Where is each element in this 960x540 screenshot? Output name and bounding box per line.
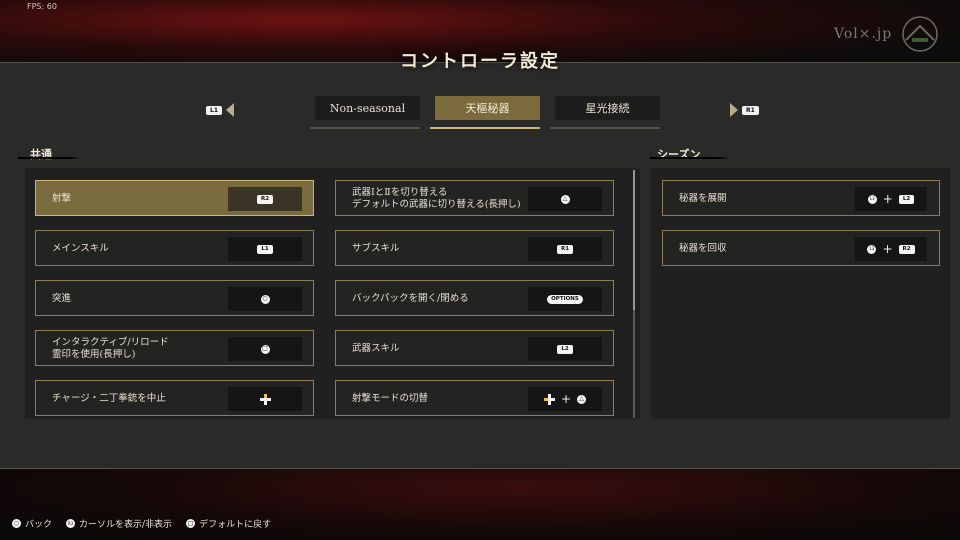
binding-button-box <box>228 387 302 411</box>
tab-underline-active <box>430 127 540 129</box>
reset-default-label: デフォルトに戻す <box>199 520 272 530</box>
binding-row-weapon-switch[interactable]: 武器ⅠとⅡを切り替える デフォルトの武器に切り替える(長押し) △ <box>335 180 614 216</box>
binding-label: 射撃 <box>52 193 72 204</box>
dpad-icon <box>259 393 271 405</box>
l3-button-icon: L3 <box>867 194 877 204</box>
section-title-common: 共通 <box>30 148 52 161</box>
circle-button-icon: ○ <box>12 519 21 528</box>
triangle-button-icon: △ <box>560 194 570 204</box>
binding-label: 武器スキル <box>352 343 400 354</box>
binding-button-box: △ <box>528 187 602 211</box>
binding-button-box: L2 <box>528 337 602 361</box>
circle-button-icon: ○ <box>260 294 270 304</box>
page-title: コントローラ設定 <box>400 51 560 72</box>
l1-button-icon: L1 <box>257 244 273 254</box>
binding-button-box: OPTIONS <box>528 287 602 311</box>
tab-underline <box>310 127 420 129</box>
r2-button-icon: R2 <box>898 244 915 254</box>
arrow-left-icon <box>226 103 234 117</box>
binding-button-box: L3 + L2 <box>855 187 927 211</box>
binding-label: 射撃モードの切替 <box>352 393 429 404</box>
binding-row-weapon-skill[interactable]: 武器スキル L2 <box>335 330 614 366</box>
tab-underline <box>550 127 660 129</box>
cursor-toggle-hint[interactable]: R3 カーソルを表示/非表示 <box>66 517 172 530</box>
plus-icon: + <box>882 242 893 256</box>
binding-row-backpack[interactable]: バックパックを開く/閉める OPTIONS <box>335 280 614 316</box>
r1-button-icon: R1 <box>556 244 574 254</box>
tab-non-seasonal[interactable]: Non-seasonal <box>315 96 420 120</box>
watermark: Vol×.jp <box>834 26 893 42</box>
binding-row-main-skill[interactable]: メインスキル L1 <box>35 230 314 266</box>
fps-counter: FPS: 60 <box>27 2 57 11</box>
scrollbar-thumb[interactable] <box>633 170 635 310</box>
binding-row-recall[interactable]: 秘器を回収 L3 + R2 <box>662 230 940 266</box>
binding-label: 秘器を回収 <box>679 243 727 254</box>
r1-button-icon: R1 <box>742 105 759 115</box>
binding-row-sub-skill[interactable]: サブスキル R1 <box>335 230 614 266</box>
options-button-icon: OPTIONS <box>547 294 583 304</box>
binding-row-shoot[interactable]: 射撃 R2 <box>35 180 314 216</box>
tab-next-hint[interactable]: R1 <box>730 103 759 117</box>
dpad-icon <box>543 393 555 405</box>
l3-button-icon: L3 <box>867 244 877 254</box>
plus-icon: + <box>882 192 893 206</box>
binding-label: 秘器を展開 <box>679 193 727 204</box>
binding-button-box: + △ <box>528 387 602 411</box>
binding-label: チャージ・二丁拳銃を中止 <box>52 393 166 404</box>
arrow-right-icon <box>730 103 738 117</box>
footer-hints: ○ バック R3 カーソルを表示/非表示 □ デフォルトに戻す <box>12 517 271 530</box>
binding-button-box: ○ <box>228 287 302 311</box>
tab-seiko-setsuzoku[interactable]: 星光接続 <box>555 96 660 120</box>
binding-row-fire-mode[interactable]: 射撃モードの切替 + △ <box>335 380 614 416</box>
r2-button-icon: R2 <box>256 194 274 204</box>
binding-button-box: L3 + R2 <box>855 237 927 261</box>
l1-button-icon: L1 <box>206 105 222 115</box>
square-button-icon: □ <box>186 519 196 528</box>
tab-tensu-hiki[interactable]: 天樞秘器 <box>435 96 540 120</box>
plus-icon: + <box>560 392 572 406</box>
binding-label: サブスキル <box>352 243 400 254</box>
cursor-toggle-label: カーソルを表示/非表示 <box>79 520 173 530</box>
binding-label: メインスキル <box>52 243 109 254</box>
tab-prev-hint[interactable]: L1 <box>206 103 234 117</box>
reset-default-hint[interactable]: □ デフォルトに戻す <box>186 517 271 530</box>
square-button-icon: □ <box>260 344 270 354</box>
back-label: バック <box>25 520 53 530</box>
binding-label: 武器ⅠとⅡを切り替える デフォルトの武器に切り替える(長押し) <box>352 187 521 210</box>
binding-row-dash[interactable]: 突進 ○ <box>35 280 314 316</box>
triangle-button-icon: △ <box>577 394 587 404</box>
binding-label: インタラクティブ/リロード 霊印を使用(長押し) <box>52 337 169 360</box>
l2-button-icon: L2 <box>898 194 915 204</box>
section-title-season: シーズン <box>657 148 701 161</box>
binding-row-cancel-charge[interactable]: チャージ・二丁拳銃を中止 <box>35 380 314 416</box>
binding-button-box: L1 <box>228 237 302 261</box>
binding-button-box: R2 <box>228 187 302 211</box>
game-emblem-icon <box>902 16 938 52</box>
r3-button-icon: R3 <box>66 519 76 528</box>
binding-row-deploy[interactable]: 秘器を展開 L3 + L2 <box>662 180 940 216</box>
binding-label: バックパックを開く/閉める <box>352 293 469 304</box>
binding-label: 突進 <box>52 293 72 304</box>
binding-row-interact-reload[interactable]: インタラクティブ/リロード 霊印を使用(長押し) □ <box>35 330 314 366</box>
binding-button-box: R1 <box>528 237 602 261</box>
l2-button-icon: L2 <box>557 344 573 354</box>
back-hint[interactable]: ○ バック <box>12 517 52 530</box>
binding-button-box: □ <box>228 337 302 361</box>
section-divider <box>650 157 730 159</box>
section-divider <box>18 157 80 159</box>
